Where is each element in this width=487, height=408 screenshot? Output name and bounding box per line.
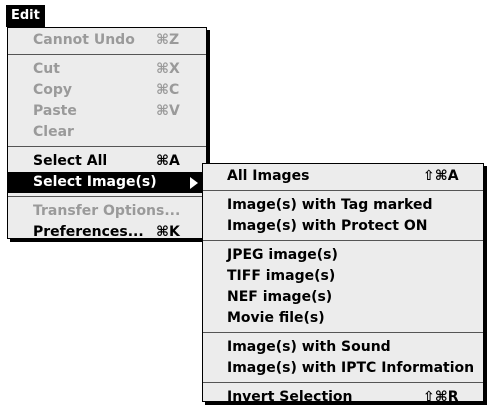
menu-item-copy[interactable]: Copy ⌘C <box>8 80 206 101</box>
menu-item-label: Image(s) with Protect ON <box>227 218 428 234</box>
menu-item-label: Select Image(s) <box>33 174 157 190</box>
menu-item-label: Movie file(s) <box>227 310 325 326</box>
menu-item-select-images[interactable]: Select Image(s) <box>8 172 206 193</box>
menubar-edit[interactable]: Edit <box>6 5 45 27</box>
menu-separator <box>203 240 483 241</box>
menu-separator <box>8 54 206 55</box>
menu-item-shortcut: ⇧⌘R <box>423 389 459 405</box>
menu-item-label: All Images <box>227 168 310 184</box>
menu-item-shortcut: ⌘V <box>156 103 180 119</box>
menu-separator <box>203 332 483 333</box>
submenu-arrow-icon <box>190 177 198 189</box>
menu-item-label: Image(s) with IPTC Information <box>227 360 475 376</box>
submenu-item-tiff[interactable]: TIFF image(s) <box>203 266 483 287</box>
menu-item-shortcut: ⌘Z <box>156 32 180 48</box>
menu-item-label: Invert Selection <box>227 389 353 405</box>
menu-item-label: Image(s) with Tag marked <box>227 197 433 213</box>
submenu-item-protect-on[interactable]: Image(s) with Protect ON <box>203 216 483 237</box>
submenu-item-invert-selection[interactable]: Invert Selection ⇧⌘R <box>203 387 483 408</box>
menu-item-shortcut: ⌘A <box>156 153 180 169</box>
menu-item-shortcut: ⌘X <box>156 61 180 77</box>
menu-item-shortcut: ⌘C <box>156 82 180 98</box>
menu-item-select-all[interactable]: Select All ⌘A <box>8 151 206 172</box>
submenu-item-iptc[interactable]: Image(s) with IPTC Information <box>203 358 483 379</box>
menu-item-clear[interactable]: Clear <box>8 122 206 143</box>
menu-item-label: NEF image(s) <box>227 289 333 305</box>
menu-item-shortcut: ⌘K <box>156 224 180 240</box>
edit-menu: Cannot Undo ⌘Z Cut ⌘X Copy ⌘C Paste ⌘V C… <box>7 27 207 240</box>
submenu-item-jpeg[interactable]: JPEG image(s) <box>203 245 483 266</box>
submenu-item-nef[interactable]: NEF image(s) <box>203 287 483 308</box>
menu-item-preferences[interactable]: Preferences... ⌘K <box>8 222 206 243</box>
menu-item-cannot-undo[interactable]: Cannot Undo ⌘Z <box>8 30 206 51</box>
menu-separator <box>203 382 483 383</box>
menu-item-cut[interactable]: Cut ⌘X <box>8 59 206 80</box>
menu-item-shortcut: ⇧⌘A <box>423 168 459 184</box>
menu-separator <box>8 196 206 197</box>
menu-item-label: Preferences... <box>33 224 144 240</box>
menu-item-label: Select All <box>33 153 108 169</box>
menu-item-label: Image(s) with Sound <box>227 339 391 355</box>
select-images-submenu: All Images ⇧⌘A Image(s) with Tag marked … <box>202 163 484 405</box>
submenu-item-with-sound[interactable]: Image(s) with Sound <box>203 337 483 358</box>
menu-item-label: Transfer Options... <box>33 203 181 219</box>
menu-item-label: Clear <box>33 124 74 140</box>
menu-item-label: Cut <box>33 61 60 77</box>
menu-item-label: Cannot Undo <box>33 32 135 48</box>
menu-separator <box>203 190 483 191</box>
submenu-item-movie[interactable]: Movie file(s) <box>203 308 483 329</box>
menu-separator <box>8 146 206 147</box>
submenu-item-all-images[interactable]: All Images ⇧⌘A <box>203 166 483 187</box>
menu-item-label: Paste <box>33 103 77 119</box>
menu-item-label: Copy <box>33 82 73 98</box>
menu-item-paste[interactable]: Paste ⌘V <box>8 101 206 122</box>
menu-item-transfer-options[interactable]: Transfer Options... <box>8 201 206 222</box>
menu-item-label: TIFF image(s) <box>227 268 336 284</box>
menu-item-label: JPEG image(s) <box>227 247 338 263</box>
submenu-item-tag-marked[interactable]: Image(s) with Tag marked <box>203 195 483 216</box>
